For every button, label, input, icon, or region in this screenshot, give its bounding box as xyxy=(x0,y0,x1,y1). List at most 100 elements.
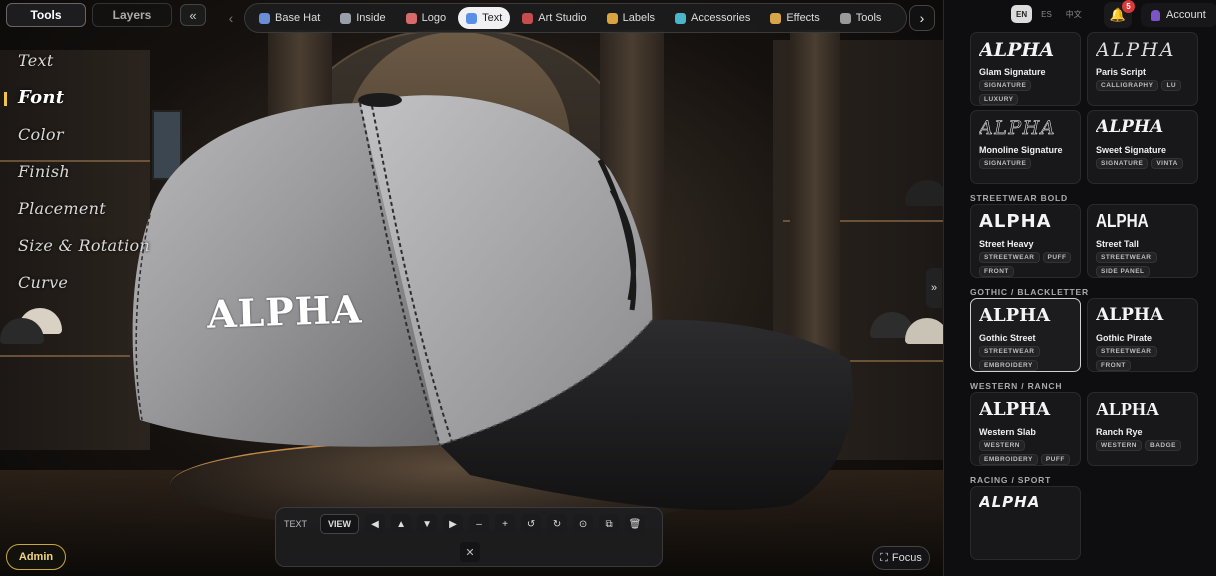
tab-tools[interactable]: Tools xyxy=(6,3,86,27)
tab-art-studio[interactable]: Art Studio xyxy=(514,7,594,29)
font-card[interactable]: ALPHA Western Slab WESTERN EMBROIDERY PUFF xyxy=(970,392,1081,466)
font-name: Street Tall xyxy=(1096,239,1139,249)
language-option[interactable]: EN xyxy=(1011,5,1033,23)
focus-button[interactable]: ⛶ Focus xyxy=(872,546,930,570)
nav-next-button[interactable]: › xyxy=(909,5,935,31)
font-tag: EMBROIDERY xyxy=(979,454,1038,465)
section-title: STREETWEAR BOLD xyxy=(970,193,1068,203)
nav-item-label: Text xyxy=(482,12,503,24)
font-tag: SIGNATURE xyxy=(1096,158,1149,169)
font-card[interactable]: ALPHA xyxy=(970,486,1081,560)
category-nav: ‹ Base Hat Inside Logo Text Art Studio Labels… xyxy=(218,3,935,33)
font-panel: EN ES 中文 🔔 5 Account ALPHA Glam Signature SI… xyxy=(943,0,1216,576)
option-placement[interactable]: Placement xyxy=(18,198,168,235)
delete-button[interactable]: 🗑 xyxy=(625,514,646,534)
move-down-button[interactable]: ▼ xyxy=(417,514,438,534)
zoom-in-button[interactable]: + xyxy=(495,514,516,534)
rotate-right-button[interactable]: ↻ xyxy=(547,514,568,534)
account-label: Account xyxy=(1166,9,1206,21)
tab-labels[interactable]: Labels xyxy=(599,7,663,29)
font-preview: ALPHA xyxy=(979,39,1055,61)
move-right-button[interactable]: ▶ xyxy=(443,514,464,534)
nav-prev-button[interactable]: ‹ xyxy=(218,3,244,33)
font-tag: STREETWEAR xyxy=(1096,252,1157,263)
toolbar-label: TEXT xyxy=(284,519,308,529)
font-preview: ALPHA xyxy=(979,305,1051,326)
font-list: ALPHA Glam Signature SIGNATURE LUXURY ALPHA P… xyxy=(970,32,1216,560)
view-button[interactable]: VIEW xyxy=(320,514,360,534)
font-card[interactable]: ALPHA Sweet Signature SIGNATURE VINTA xyxy=(1087,110,1198,184)
option-text[interactable]: Text xyxy=(18,50,168,87)
font-card[interactable]: ALPHA Ranch Rye WESTERN BADGE xyxy=(1087,392,1198,466)
sparkle-icon xyxy=(770,12,782,24)
tab-tools[interactable]: Tools xyxy=(832,7,890,29)
account-button[interactable]: Account xyxy=(1141,3,1216,27)
font-preview: ALPHA xyxy=(979,399,1051,420)
palette-icon xyxy=(405,12,417,24)
tab-logo[interactable]: Logo xyxy=(398,7,454,29)
font-name: Ranch Rye xyxy=(1096,427,1143,437)
option-font[interactable]: Font xyxy=(4,87,168,124)
font-tag: STREETWEAR xyxy=(979,346,1040,357)
option-finish[interactable]: Finish xyxy=(18,161,168,198)
duplicate-button[interactable]: ⧉ xyxy=(599,514,620,534)
font-card[interactable]: ALPHA Gothic Street STREETWEAR EMBROIDERY xyxy=(970,298,1081,372)
option-color[interactable]: Color xyxy=(18,124,168,161)
font-card[interactable]: ALPHA Street Tall STREETWEAR SIDE PANEL xyxy=(1087,204,1198,278)
tab-accessories[interactable]: Accessories xyxy=(667,7,758,29)
font-tag: SIGNATURE xyxy=(979,158,1032,169)
font-tag: SIGNATURE xyxy=(979,80,1032,91)
language-option[interactable]: ES xyxy=(1036,5,1057,23)
expand-icon: ⛶ xyxy=(880,551,888,564)
section-title: RACING / SPORT xyxy=(970,475,1052,485)
text-options-menu: Text Font Color Finish Placement Size & Rotat… xyxy=(4,50,168,309)
nav-item-label: Art Studio xyxy=(538,12,587,24)
font-tag: STREETWEAR xyxy=(979,252,1040,263)
close-toolbar-button[interactable]: ✕ xyxy=(460,542,480,562)
font-name: Western Slab xyxy=(979,427,1036,437)
rotate-left-button[interactable]: ↺ xyxy=(521,514,542,534)
font-preview: ALPHA xyxy=(1096,211,1149,231)
font-name: Paris Script xyxy=(1096,67,1147,77)
option-size-rotation[interactable]: Size & Rotation xyxy=(18,235,168,272)
font-card[interactable]: ALPHA Paris Script CALLIGRAPHY LU xyxy=(1087,32,1198,106)
center-button[interactable]: ⊙ xyxy=(573,514,594,534)
font-name: Gothic Pirate xyxy=(1096,333,1153,343)
tab-base-hat[interactable]: Base Hat xyxy=(251,7,328,29)
move-left-button[interactable]: ◀ xyxy=(365,514,386,534)
panel-tabs: Tools Layers xyxy=(6,3,172,27)
wrench-icon xyxy=(839,12,851,24)
font-preview: ALPHA xyxy=(1096,117,1164,137)
font-tag: SIDE PANEL xyxy=(1096,266,1150,277)
expand-panel-button[interactable]: » xyxy=(926,268,942,308)
font-tag: FRONT xyxy=(1096,360,1131,371)
collapse-panel-button[interactable]: « xyxy=(180,4,206,26)
font-preview: ALPHA xyxy=(979,117,1056,139)
hat-text-decal[interactable]: ALPHA xyxy=(206,286,363,336)
font-card[interactable]: ALPHA Gothic Pirate STREETWEAR FRONT xyxy=(1087,298,1198,372)
language-option[interactable]: 中文 xyxy=(1061,5,1087,23)
font-section: ALPHA Monoline Signature SIGNATURE ALPHA Swe… xyxy=(970,106,1216,184)
font-card[interactable]: ALPHA Glam Signature SIGNATURE LUXURY xyxy=(970,32,1081,106)
font-name: Glam Signature xyxy=(979,67,1046,77)
zoom-out-button[interactable]: – xyxy=(469,514,490,534)
admin-button[interactable]: Admin xyxy=(6,544,66,570)
font-name: Sweet Signature xyxy=(1096,145,1167,155)
brush-icon xyxy=(522,12,534,24)
font-name: Gothic Street xyxy=(979,333,1036,343)
tab-text[interactable]: Text xyxy=(458,7,511,29)
tab-layers[interactable]: Layers xyxy=(92,3,172,27)
move-up-button[interactable]: ▲ xyxy=(391,514,412,534)
option-curve[interactable]: Curve xyxy=(18,272,168,309)
font-preview: ALPHA xyxy=(1096,305,1164,325)
font-section: STREETWEAR BOLD ALPHA Street Heavy STREETWE… xyxy=(970,184,1216,278)
text-icon xyxy=(466,12,478,24)
tab-inside[interactable]: Inside xyxy=(332,7,393,29)
font-card[interactable]: ALPHA Street Heavy STREETWEAR PUFF FRONT xyxy=(970,204,1081,278)
font-section: GOTHIC / BLACKLETTER ALPHA Gothic Street ST… xyxy=(970,278,1216,372)
tab-effects[interactable]: Effects xyxy=(762,7,827,29)
font-tag: WESTERN xyxy=(979,440,1025,451)
font-tag: PUFF xyxy=(1040,454,1070,465)
font-card[interactable]: ALPHA Monoline Signature SIGNATURE xyxy=(970,110,1081,184)
notifications-button[interactable]: 🔔 5 xyxy=(1104,0,1135,28)
